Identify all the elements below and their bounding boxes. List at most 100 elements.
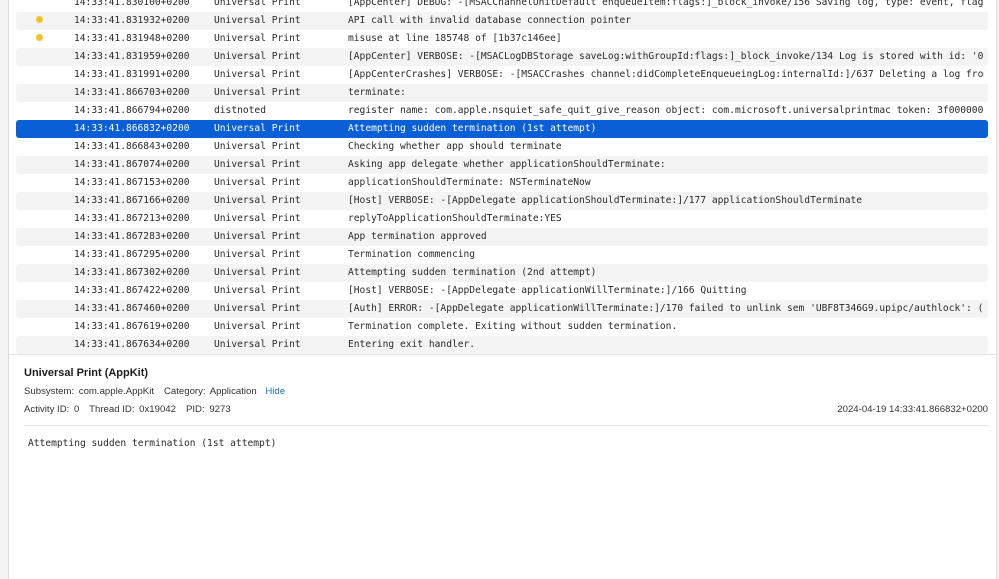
log-message: [Host] VERBOSE: -[AppDelegate applicatio… bbox=[348, 285, 747, 296]
log-message: App termination approved bbox=[348, 231, 487, 242]
thread-value: 0x19042 bbox=[139, 404, 176, 415]
warning-dot-icon bbox=[36, 33, 43, 41]
log-process: Universal Print bbox=[214, 267, 301, 278]
log-message: [AppCenterCrashes] VERBOSE: -[MSACCrashe… bbox=[348, 69, 984, 80]
log-time: 14:33:41.831991+0200 bbox=[74, 69, 190, 80]
log-row[interactable]: 14:33:41.866794+0200 distnoted register na… bbox=[16, 102, 988, 120]
log-process: Universal Print bbox=[214, 159, 301, 170]
log-message: Attempting sudden termination (1st attem… bbox=[348, 123, 597, 134]
log-message: Entering exit handler. bbox=[348, 339, 476, 350]
split-divider[interactable] bbox=[9, 354, 996, 355]
log-message: misuse at line 185748 of [1b37c146ee] bbox=[348, 33, 562, 44]
log-row-selected[interactable]: 14:33:41.866832+0200 Universal Print Attem… bbox=[16, 120, 988, 138]
log-row[interactable]: 14:33:41.866843+0200 Universal Print Check… bbox=[16, 138, 988, 156]
log-row[interactable]: 14:33:41.867153+0200 Universal Print appli… bbox=[16, 174, 988, 192]
log-time: 14:33:41.866843+0200 bbox=[74, 141, 190, 152]
log-row[interactable]: 14:33:41.867283+0200 Universal Print App t… bbox=[16, 228, 988, 246]
log-process: Universal Print bbox=[214, 141, 301, 152]
log-time: 14:33:41.867153+0200 bbox=[74, 177, 190, 188]
log-time: 14:33:41.867213+0200 bbox=[74, 213, 190, 224]
log-process: Universal Print bbox=[214, 33, 301, 44]
log-row[interactable]: 14:33:41.867166+0200 Universal Print [Host… bbox=[16, 192, 988, 210]
log-time: 14:33:41.867634+0200 bbox=[74, 339, 190, 350]
detail-timestamp: 2024-04-19 14:33:41.866832+0200 bbox=[837, 404, 988, 415]
log-row[interactable]: 14:33:41.830100+0200 Universal Print [AppC… bbox=[16, 0, 988, 12]
log-message: Attempting sudden termination (2nd attem… bbox=[348, 267, 597, 278]
detail-divider bbox=[24, 425, 990, 426]
log-row[interactable]: 14:33:41.831959+0200 Universal Print [AppC… bbox=[16, 48, 988, 66]
category-value: Application bbox=[209, 386, 257, 397]
log-time: 14:33:41.866794+0200 bbox=[74, 105, 190, 116]
log-time: 14:33:41.866703+0200 bbox=[74, 87, 190, 98]
log-row[interactable]: 14:33:41.867213+0200 Universal Print reply… bbox=[16, 210, 988, 228]
detail-message: Attempting sudden termination (1st attem… bbox=[28, 438, 277, 449]
log-message: Termination commencing bbox=[348, 249, 476, 260]
log-message: register name: com.apple.nsquiet_safe_qu… bbox=[348, 105, 984, 116]
log-time: 14:33:41.867295+0200 bbox=[74, 249, 190, 260]
log-time: 14:33:41.830100+0200 bbox=[74, 0, 190, 8]
log-row[interactable]: 14:33:41.867422+0200 Universal Print [Host… bbox=[16, 282, 988, 300]
log-process: Universal Print bbox=[214, 213, 301, 224]
pid-value: 9273 bbox=[209, 404, 231, 415]
log-row[interactable]: 14:33:41.831991+0200 Universal Print [AppC… bbox=[16, 66, 988, 84]
log-message: terminate: bbox=[348, 87, 406, 98]
log-process: Universal Print bbox=[214, 69, 301, 80]
console-window: 14:33:41.830100+0200 Universal Print [AppC… bbox=[0, 0, 999, 579]
detail-meta-ids: Activity ID: 0 Thread ID: 0x19042 PID: 9… bbox=[24, 402, 990, 417]
detail-title: Universal Print (AppKit) bbox=[24, 367, 149, 379]
log-row[interactable]: 14:33:41.867460+0200 Universal Print [Auth… bbox=[16, 300, 988, 318]
log-message: [Auth] ERROR: -[AppDelegate applicationW… bbox=[348, 303, 984, 314]
log-process: Universal Print bbox=[214, 339, 301, 350]
log-message: [AppCenter] VERBOSE: -[MSACLogDBStorage … bbox=[348, 51, 984, 62]
log-message: replyToApplicationShouldTerminate:YES bbox=[348, 213, 562, 224]
log-message: Termination complete. Exiting without su… bbox=[348, 321, 678, 332]
log-time: 14:33:41.867619+0200 bbox=[74, 321, 190, 332]
log-process: Universal Print bbox=[214, 195, 301, 206]
log-process: Universal Print bbox=[214, 87, 301, 98]
log-process: Universal Print bbox=[214, 231, 301, 242]
log-row[interactable]: 14:33:41.866703+0200 Universal Print termi… bbox=[16, 84, 988, 102]
log-process: Universal Print bbox=[214, 249, 301, 260]
log-row[interactable]: 14:33:41.867619+0200 Universal Print Termi… bbox=[16, 318, 988, 336]
log-time: 14:33:41.867283+0200 bbox=[74, 231, 190, 242]
log-time: 14:33:41.831959+0200 bbox=[74, 51, 190, 62]
log-row[interactable]: 14:33:41.867295+0200 Universal Print Termi… bbox=[16, 246, 988, 264]
subsystem-label: Subsystem: bbox=[24, 386, 75, 397]
log-level-cell bbox=[36, 30, 46, 48]
log-row[interactable]: 14:33:41.831948+0200 Universal Print misus… bbox=[16, 30, 988, 48]
log-time: 14:33:41.867422+0200 bbox=[74, 285, 190, 296]
log-process: Universal Print bbox=[214, 51, 301, 62]
log-time: 14:33:41.831948+0200 bbox=[74, 33, 190, 44]
subsystem-value: com.apple.AppKit bbox=[78, 386, 154, 397]
log-time: 14:33:41.831932+0200 bbox=[74, 15, 190, 26]
log-time: 14:33:41.867166+0200 bbox=[74, 195, 190, 206]
log-message: API call with invalid database connectio… bbox=[348, 15, 632, 26]
log-row[interactable]: 14:33:41.867634+0200 Universal Print Enter… bbox=[16, 336, 988, 354]
log-row[interactable]: 14:33:41.867302+0200 Universal Print Attem… bbox=[16, 264, 988, 282]
log-message: [Host] VERBOSE: -[AppDelegate applicatio… bbox=[348, 195, 863, 206]
detail-pane: Universal Print (AppKit) Subsystem: com.… bbox=[24, 365, 990, 417]
log-message: applicationShouldTerminate: NSTerminateN… bbox=[348, 177, 591, 188]
log-row[interactable]: 14:33:41.831932+0200 Universal Print API c… bbox=[16, 12, 988, 30]
log-process: Universal Print bbox=[214, 321, 301, 332]
detail-meta-subsystem: Subsystem: com.apple.AppKit Category: Ap… bbox=[24, 384, 990, 399]
log-time: 14:33:41.867074+0200 bbox=[74, 159, 190, 170]
hide-link[interactable]: Hide bbox=[265, 386, 285, 397]
log-process: distnoted bbox=[214, 105, 266, 116]
log-message: Checking whether app should terminate bbox=[348, 141, 562, 152]
log-row[interactable]: 14:33:41.867074+0200 Universal Print Askin… bbox=[16, 156, 988, 174]
activity-label: Activity ID: bbox=[24, 404, 70, 415]
log-process: Universal Print bbox=[214, 303, 301, 314]
log-message: [AppCenter] DEBUG: -[MSACChannelUnitDefa… bbox=[348, 0, 984, 8]
log-process: Universal Print bbox=[214, 15, 301, 26]
thread-label: Thread ID: bbox=[89, 404, 135, 415]
log-process: Universal Print bbox=[214, 285, 301, 296]
log-process: Universal Print bbox=[214, 177, 301, 188]
sidebar-edge bbox=[0, 0, 9, 579]
activity-value: 0 bbox=[73, 404, 80, 415]
log-message: Asking app delegate whether applicationS… bbox=[348, 159, 666, 170]
log-time: 14:33:41.867302+0200 bbox=[74, 267, 190, 278]
log-process: Universal Print bbox=[214, 123, 301, 134]
log-time: 14:33:41.866832+0200 bbox=[74, 123, 190, 134]
log-level-cell bbox=[36, 12, 46, 30]
